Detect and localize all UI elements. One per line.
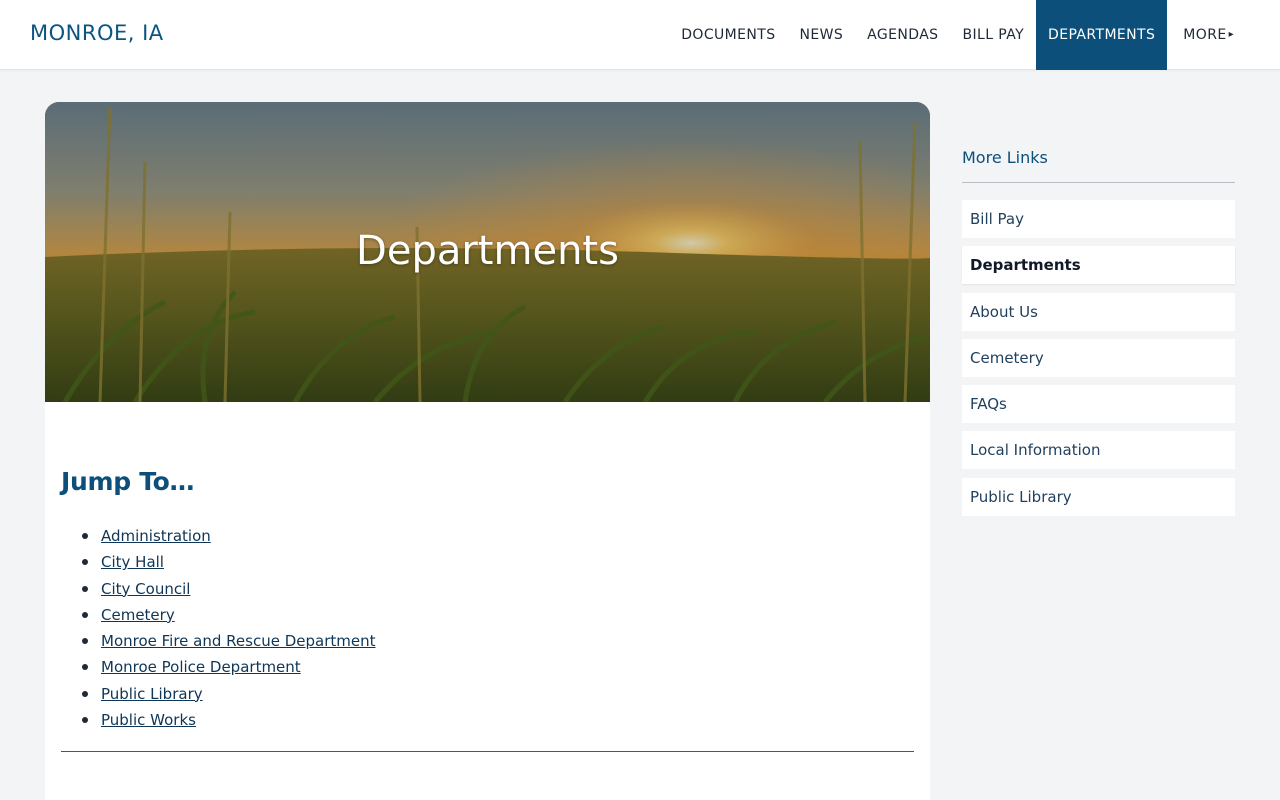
jump-link-cemetery[interactable]: Cemetery: [101, 606, 175, 624]
jump-link-city-council[interactable]: City Council: [101, 580, 190, 598]
site-title-link[interactable]: MONROE, IA: [30, 21, 164, 45]
site-header: MONROE, IA DOCUMENTS NEWS AGENDAS BILL P…: [0, 0, 1280, 70]
nav-agendas[interactable]: AGENDAS: [855, 0, 950, 70]
jump-to-list: Administration City Hall City Council Ce…: [81, 526, 375, 736]
sidebar-item-public-library[interactable]: Public Library: [962, 477, 1235, 516]
sidebar-item-local-information[interactable]: Local Information: [962, 431, 1235, 470]
jump-link-administration[interactable]: Administration: [101, 527, 211, 545]
jump-to-section: Jump To… Administration City Hall City C…: [61, 467, 914, 752]
list-item: City Hall: [81, 552, 375, 578]
list-item: Cemetery: [81, 605, 375, 631]
nav-more[interactable]: MORE ▸: [1167, 0, 1280, 70]
section-divider: [61, 751, 914, 752]
jump-link-public-library[interactable]: Public Library: [101, 685, 203, 703]
nav-bill-pay[interactable]: BILL PAY: [950, 0, 1036, 70]
sidebar-item-about-us[interactable]: About Us: [962, 292, 1235, 331]
sidebar-item-bill-pay[interactable]: Bill Pay: [962, 200, 1235, 238]
list-item: Public Library: [81, 684, 375, 710]
main-nav: DOCUMENTS NEWS AGENDAS BILL PAY DEPARTME…: [669, 0, 1280, 70]
nav-more-label: MORE: [1183, 27, 1227, 43]
sidebar-item-departments[interactable]: Departments: [962, 246, 1235, 285]
list-item: Administration: [81, 526, 375, 552]
main-card: Departments Jump To… Administration City…: [45, 102, 930, 800]
sidebar-divider: [962, 182, 1235, 183]
jump-to-heading: Jump To…: [61, 467, 195, 496]
jump-link-public-works[interactable]: Public Works: [101, 711, 196, 729]
caret-right-icon: ▸: [1228, 28, 1234, 40]
list-item: City Council: [81, 579, 375, 605]
hero-banner: Departments: [45, 102, 930, 402]
list-item: Monroe Police Department: [81, 657, 375, 683]
nav-departments[interactable]: DEPARTMENTS: [1036, 0, 1168, 70]
jump-link-fire-rescue[interactable]: Monroe Fire and Rescue Department: [101, 632, 375, 650]
sidebar-item-faqs[interactable]: FAQs: [962, 385, 1235, 424]
sidebar-item-cemetery[interactable]: Cemetery: [962, 338, 1235, 377]
list-item: Public Works: [81, 710, 375, 736]
sidebar: More Links Bill Pay Departments About Us…: [962, 148, 1235, 524]
jump-link-police[interactable]: Monroe Police Department: [101, 658, 301, 676]
list-item: Monroe Fire and Rescue Department: [81, 631, 375, 657]
nav-documents[interactable]: DOCUMENTS: [669, 0, 787, 70]
jump-link-city-hall[interactable]: City Hall: [101, 553, 164, 571]
page-title: Departments: [356, 228, 619, 274]
sidebar-title: More Links: [962, 148, 1048, 167]
sidebar-links: Bill Pay Departments About Us Cemetery F…: [962, 200, 1235, 516]
nav-news[interactable]: NEWS: [788, 0, 856, 70]
